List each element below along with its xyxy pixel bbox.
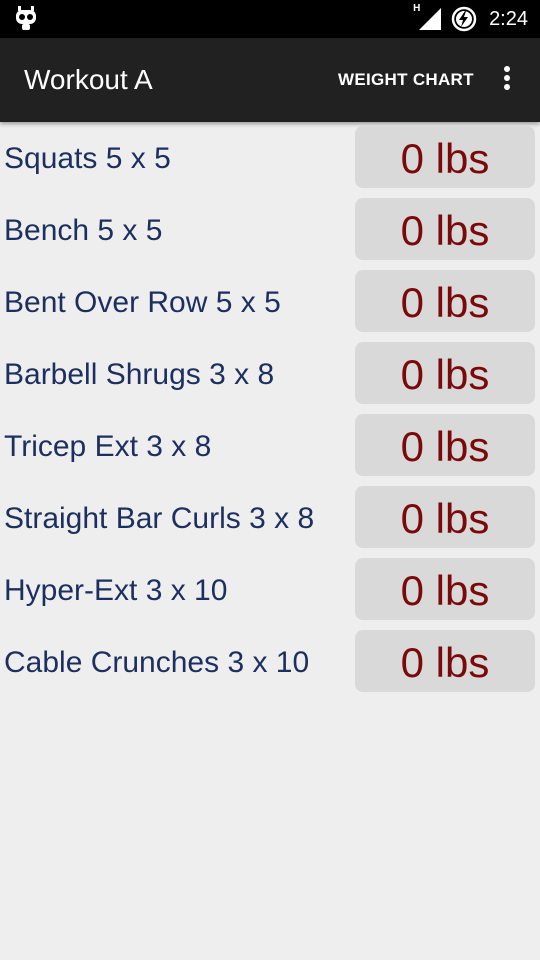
exercise-row: Bent Over Row 5 x 5 0 lbs bbox=[0, 268, 540, 340]
exercise-label: Tricep Ext 3 x 8 bbox=[4, 430, 212, 463]
debug-bug-icon bbox=[16, 6, 36, 30]
more-vert-icon[interactable] bbox=[494, 66, 520, 94]
weight-button[interactable]: 0 lbs bbox=[355, 198, 535, 260]
exercise-row: Barbell Shrugs 3 x 8 0 lbs bbox=[0, 340, 540, 412]
exercise-list: Squats 5 x 5 0 lbs Bench 5 x 5 0 lbs Ben… bbox=[0, 124, 540, 700]
weight-button[interactable]: 0 lbs bbox=[355, 342, 535, 404]
exercise-label: Hyper-Ext 3 x 10 bbox=[4, 574, 228, 607]
exercise-label: Straight Bar Curls 3 x 8 bbox=[4, 502, 315, 535]
status-bar: H 2:24 bbox=[0, 0, 540, 38]
weight-button[interactable]: 0 lbs bbox=[355, 270, 535, 332]
weight-chart-button[interactable]: WEIGHT CHART bbox=[338, 38, 474, 122]
weight-button[interactable]: 0 lbs bbox=[355, 630, 535, 692]
signal-icon: H bbox=[413, 3, 442, 32]
weight-button[interactable]: 0 lbs bbox=[355, 558, 535, 620]
exercise-row: Hyper-Ext 3 x 10 0 lbs bbox=[0, 556, 540, 628]
app-bar: Workout A WEIGHT CHART bbox=[0, 38, 540, 122]
weight-button[interactable]: 0 lbs bbox=[355, 486, 535, 548]
exercise-row: Squats 5 x 5 0 lbs bbox=[0, 124, 540, 196]
exercise-label: Barbell Shrugs 3 x 8 bbox=[4, 358, 275, 391]
page-title: Workout A bbox=[24, 64, 153, 95]
exercise-row: Bench 5 x 5 0 lbs bbox=[0, 196, 540, 268]
exercise-label: Bent Over Row 5 x 5 bbox=[4, 286, 281, 319]
weight-button[interactable]: 0 lbs bbox=[355, 126, 535, 188]
exercise-label: Squats 5 x 5 bbox=[4, 142, 171, 175]
weight-button[interactable]: 0 lbs bbox=[355, 414, 535, 476]
exercise-label: Bench 5 x 5 bbox=[4, 214, 163, 247]
network-type-label: H bbox=[413, 3, 421, 14]
status-time: 2:24 bbox=[489, 7, 528, 30]
exercise-row: Tricep Ext 3 x 8 0 lbs bbox=[0, 412, 540, 484]
exercise-label: Cable Crunches 3 x 10 bbox=[4, 646, 310, 679]
battery-charging-icon bbox=[451, 6, 477, 32]
exercise-row: Straight Bar Curls 3 x 8 0 lbs bbox=[0, 484, 540, 556]
exercise-row: Cable Crunches 3 x 10 0 lbs bbox=[0, 628, 540, 700]
